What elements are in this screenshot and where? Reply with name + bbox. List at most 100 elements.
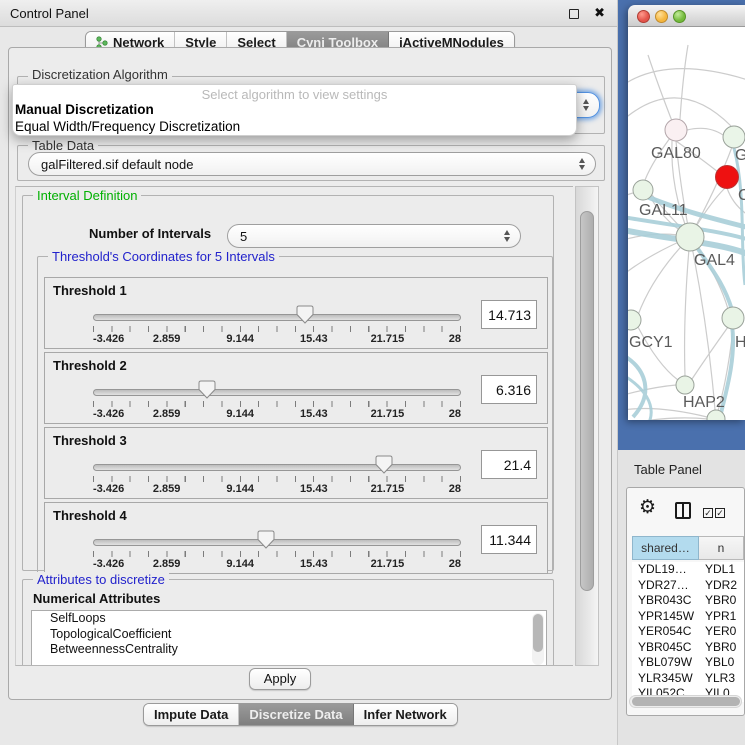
columns-icon[interactable]	[675, 502, 691, 519]
algorithm-dropdown-popup: Select algorithm to view settings Manual…	[12, 84, 577, 136]
node-label-gal4: GAL4	[694, 252, 735, 269]
slider-ticks	[93, 476, 461, 482]
table-row[interactable]: YLR345WYLR3	[632, 671, 744, 687]
threshold-2-slider[interactable]: -3.426 2.859 9.144 15.43 21.715 28	[93, 379, 461, 423]
settings-scrollbar-thumb[interactable]	[580, 211, 594, 591]
close-traffic-light-icon[interactable]	[637, 10, 650, 23]
network-view-window: GAL80 GA C GAL11 GAL4 GCY1 H HAP2	[628, 5, 745, 420]
slider-track[interactable]	[93, 314, 461, 321]
number-of-intervals-value: 5	[240, 229, 247, 244]
combo-arrows-icon	[583, 99, 589, 111]
network-node-clipped-top-right[interactable]	[723, 126, 745, 148]
list-item[interactable]: TopologicalCoefficient	[32, 627, 546, 643]
table-data-group-title: Table Data	[28, 138, 98, 153]
close-icon[interactable]: ✖	[594, 5, 605, 21]
threshold-3-value-field[interactable]	[481, 450, 537, 479]
table-data-combobox[interactable]: galFiltered.sif default node	[28, 152, 596, 176]
slider-track[interactable]	[93, 539, 461, 546]
table-row[interactable]: YER054CYER0	[632, 624, 744, 640]
table-panel: Table Panel ⚙ ✓ ✓ shared… n YDL19…YDL1 Y…	[618, 450, 745, 745]
slider-ticks	[93, 326, 461, 332]
algorithm-option-equal-width[interactable]: Equal Width/Frequency Discretization	[13, 119, 576, 136]
threshold-1-panel: Threshold 1 -3.426 2.859 9.144	[44, 277, 548, 349]
column-header-shared-name[interactable]: shared…	[632, 536, 699, 560]
algorithm-prompt-option[interactable]: Select algorithm to view settings	[13, 85, 576, 102]
slider-tick-labels: -3.426 2.859 9.144 15.43 21.715 28	[93, 333, 461, 346]
table-row[interactable]: YDL19…YDL1	[632, 562, 744, 578]
table-row[interactable]: YBR045CYBR0	[632, 640, 744, 656]
settings-scroll-viewport: Interval Definition Number of Intervals …	[15, 186, 573, 666]
network-node-red[interactable]	[716, 166, 739, 189]
network-node-clipped-mid-right[interactable]	[722, 307, 744, 329]
network-node-gal11[interactable]	[633, 180, 653, 200]
table-data-selected: galFiltered.sif default node	[41, 157, 193, 172]
tab-impute-data[interactable]: Impute Data	[144, 704, 239, 725]
slider-thumb[interactable]	[296, 305, 314, 324]
threshold-3-label: Threshold 3	[53, 433, 127, 448]
table-row[interactable]: YDR27…YDR2	[632, 578, 744, 594]
table-horizontal-scrollbar[interactable]	[629, 695, 742, 708]
column-header-name[interactable]: n	[699, 536, 744, 560]
node-label-gcy1: GCY1	[629, 334, 673, 351]
threshold-4-slider[interactable]: -3.426 2.859 9.144 15.43 21.715 28	[93, 529, 461, 573]
table-row[interactable]: YBR043CYBR0	[632, 593, 744, 609]
threshold-1-label: Threshold 1	[53, 283, 127, 298]
network-node-gal4[interactable]	[676, 223, 704, 251]
list-scrollbar[interactable]	[532, 613, 544, 665]
select-none-checkbox-icon[interactable]: ✓	[715, 508, 725, 518]
slider-thumb[interactable]	[198, 380, 216, 399]
slider-track[interactable]	[93, 464, 461, 471]
network-window-titlebar[interactable]	[628, 5, 745, 27]
threshold-4-panel: Threshold 4 -3.426 2.859 9.144	[44, 502, 548, 574]
attributes-group-title: Attributes to discretize	[33, 572, 169, 587]
panel-title: Control Panel	[10, 6, 89, 21]
number-of-intervals-combobox[interactable]: 5	[227, 224, 521, 248]
settings-vertical-scrollbar[interactable]	[575, 186, 599, 666]
table-row[interactable]: YPR145WYPR1	[632, 609, 744, 625]
numerical-attributes-list: SelfLoops TopologicalCoefficient Between…	[31, 610, 547, 666]
slider-track[interactable]	[93, 389, 461, 396]
tab-discretize-data[interactable]: Discretize Data	[239, 704, 353, 725]
attributes-group: Attributes to discretize Numerical Attri…	[22, 579, 554, 666]
float-window-icon[interactable]	[569, 9, 579, 19]
node-label-gal80: GAL80	[651, 145, 701, 162]
table-rows: YDL19…YDL1 YDR27…YDR2 YBR043CYBR0 YPR145…	[632, 562, 744, 702]
list-item[interactable]: BetweennessCentrality	[32, 642, 546, 658]
slider-tick-labels: -3.426 2.859 9.144 15.43 21.715 28	[93, 483, 461, 496]
slider-thumb[interactable]	[375, 455, 393, 474]
apply-button[interactable]: Apply	[249, 668, 311, 690]
algorithm-option-manual[interactable]: Manual Discretization	[13, 102, 576, 119]
network-node-hap2[interactable]	[676, 376, 694, 394]
threshold-3-slider[interactable]: -3.426 2.859 9.144 15.43 21.715 28	[93, 454, 461, 498]
gear-icon[interactable]: ⚙	[639, 497, 656, 519]
table-header-row: shared… n	[632, 536, 744, 560]
number-of-intervals-label: Number of Intervals	[89, 226, 211, 241]
node-label-hap2: HAP2	[683, 394, 725, 411]
node-label-clipped-mid-right: C	[738, 187, 745, 204]
zoom-traffic-light-icon[interactable]	[673, 10, 686, 23]
slider-thumb[interactable]	[257, 530, 275, 549]
interval-definition-title: Interval Definition	[33, 188, 141, 203]
threshold-2-value-field[interactable]	[481, 375, 537, 404]
numerical-attributes-label: Numerical Attributes	[33, 591, 160, 606]
table-panel-title: Table Panel	[634, 462, 702, 477]
node-label-clipped-lower-right: H	[735, 334, 745, 351]
table-row[interactable]: YBL079WYBL0	[632, 655, 744, 671]
control-panel-titlebar: Control Panel ✖	[0, 0, 617, 27]
algorithm-group-title: Discretization Algorithm	[28, 67, 172, 82]
list-item[interactable]: SelfLoops	[32, 611, 546, 627]
network-canvas[interactable]: GAL80 GA C GAL11 GAL4 GCY1 H HAP2	[628, 27, 745, 420]
list-scrollbar-thumb[interactable]	[533, 614, 543, 652]
minimize-traffic-light-icon[interactable]	[655, 10, 668, 23]
table-scrollbar-thumb[interactable]	[632, 697, 740, 706]
combo-arrows-icon	[504, 230, 510, 242]
network-node-gal80[interactable]	[665, 119, 687, 141]
interval-definition-group: Interval Definition Number of Intervals …	[22, 195, 554, 571]
cyni-toolbox-panel: Discretization Algorithm Table Data galF…	[8, 47, 612, 700]
tab-infer-network[interactable]: Infer Network	[354, 704, 457, 725]
select-all-checkbox-icon[interactable]: ✓	[703, 508, 713, 518]
threshold-4-value-field[interactable]	[481, 525, 537, 554]
threshold-1-value-field[interactable]	[481, 300, 537, 329]
table-panel-container: ⚙ ✓ ✓ shared… n YDL19…YDL1 YDR27…YDR2 YB…	[626, 487, 745, 716]
threshold-1-slider[interactable]: -3.426 2.859 9.144 15.43 21.715 28	[93, 304, 461, 348]
